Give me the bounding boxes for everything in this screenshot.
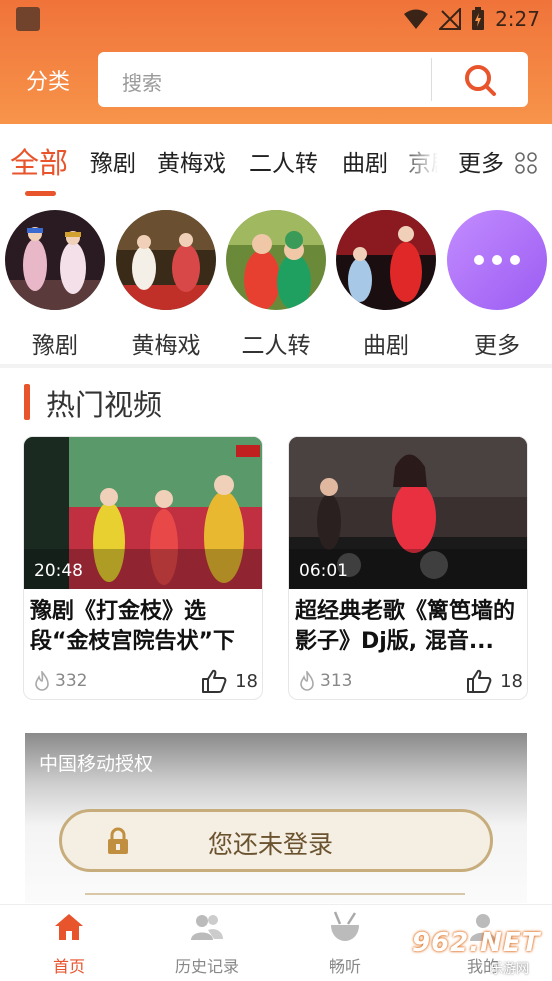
lock-icon (108, 827, 128, 854)
tab-huangmeixi[interactable]: 黄梅戏 (157, 144, 226, 178)
video-duration: 06:01 (299, 561, 348, 581)
nav-history[interactable]: 历史记录 (152, 909, 262, 977)
circle-label-yuju: 豫剧 (32, 333, 78, 359)
video-card[interactable]: 20:48 豫剧《打金枝》选段“金枝宫院告状”下 332 18 (23, 436, 263, 700)
login-button[interactable]: 您还未登录 (59, 809, 493, 872)
circle-item-huangmeixi[interactable]: 黄梅戏 (116, 210, 216, 360)
flame-icon (300, 671, 314, 691)
nav-label: 历史记录 (174, 957, 239, 976)
video-duration: 20:48 (34, 561, 83, 581)
video-title[interactable]: 豫剧《打金枝》选段“金枝宫院告状”下 (30, 597, 258, 657)
nav-home[interactable]: 首页 (14, 909, 124, 977)
circle-item-yuju[interactable]: 豫剧 (5, 210, 105, 360)
video-meta: 332 18 (34, 669, 258, 695)
status-time: 2:27 (495, 7, 540, 31)
category-tabs: 全部 豫剧 黄梅戏 二人转 曲剧 京剧 更多 (0, 124, 552, 202)
header: 2:27 分类 搜索 (0, 0, 552, 124)
login-label: 您还未登录 (208, 830, 334, 859)
thumbs-up-icon (467, 669, 492, 693)
search-button[interactable] (432, 52, 528, 107)
views: 332 (34, 671, 87, 691)
login-banner: 中国移动授权 您还未登录 (25, 733, 527, 903)
circle-label-errenzhuan: 二人转 (241, 333, 311, 359)
video-thumbnail: 20:48 (24, 437, 262, 589)
tab-yuju[interactable]: 豫剧 (90, 144, 136, 178)
tab-fade (396, 134, 456, 192)
section-bar (24, 384, 30, 420)
video-thumbnail: 06:01 (289, 437, 527, 589)
circle-label-quju: 曲剧 (363, 333, 409, 359)
users-icon (191, 915, 223, 940)
errenzhuan-thumbnail (226, 210, 326, 310)
like-count: 18 (235, 670, 258, 692)
watermark: 962.NET 乐游网 (412, 924, 550, 977)
search-box[interactable]: 搜索 (98, 52, 528, 107)
views: 313 (299, 671, 352, 691)
circle-item-errenzhuan[interactable]: 二人转 (226, 210, 326, 360)
banner-divider (85, 893, 465, 895)
provider-text: 中国移动授权 (39, 753, 154, 775)
app-notification-icon (16, 7, 40, 31)
video-card[interactable]: 06:01 超经典老歌《篱笆墙的影子》Dj版, 混音... 313 18 (288, 436, 528, 700)
circle-label-more: 更多 (474, 333, 520, 359)
battery-charging-icon (472, 7, 485, 30)
tab-quju[interactable]: 曲剧 (342, 144, 388, 178)
yuju-thumbnail (5, 210, 105, 310)
category-button[interactable]: 分类 (26, 64, 70, 96)
status-bar: 2:27 (0, 0, 552, 38)
home-icon (55, 914, 83, 940)
circle-item-more[interactable]: 更多 (447, 210, 547, 360)
section-separator (0, 364, 552, 368)
like-button[interactable]: 18 (201, 669, 258, 693)
tab-active-indicator (25, 191, 56, 196)
tab-errenzhuan[interactable]: 二人转 (249, 144, 318, 178)
circle-label-huangmeixi: 黄梅戏 (131, 333, 201, 359)
flame-icon (35, 671, 49, 691)
huangmeixi-thumbnail (116, 210, 216, 310)
video-meta: 313 18 (299, 669, 523, 695)
search-icon (465, 64, 496, 96)
wifi-icon (404, 9, 429, 29)
watermark-text: 962.NET (412, 928, 541, 958)
no-signal-icon (439, 8, 462, 30)
nav-label: 首页 (52, 957, 85, 976)
video-title[interactable]: 超经典老歌《篱笆墙的影子》Dj版, 混音... (295, 597, 523, 657)
like-button[interactable]: 18 (466, 669, 523, 693)
bowl-icon (331, 911, 359, 941)
nav-listen[interactable]: 畅听 (290, 909, 400, 977)
search-input[interactable]: 搜索 (122, 67, 162, 96)
watermark-sub: 乐游网 (490, 962, 530, 977)
more-icon (447, 210, 547, 310)
tab-more[interactable]: 更多 (458, 144, 504, 178)
status-icons: 2:27 (403, 6, 540, 32)
quju-thumbnail (336, 210, 436, 310)
category-circles: 豫剧 黄梅戏 二人转 曲剧 更多 (0, 202, 552, 364)
view-count: 313 (320, 671, 353, 691)
section-title: 热门视频 (46, 388, 163, 422)
tab-all[interactable]: 全部 (10, 140, 68, 182)
like-count: 18 (500, 670, 523, 692)
circle-item-quju[interactable]: 曲剧 (336, 210, 436, 360)
nav-label: 畅听 (328, 957, 361, 976)
view-count: 332 (55, 671, 88, 691)
thumbs-up-icon (202, 669, 227, 693)
grid-icon[interactable] (514, 151, 538, 175)
